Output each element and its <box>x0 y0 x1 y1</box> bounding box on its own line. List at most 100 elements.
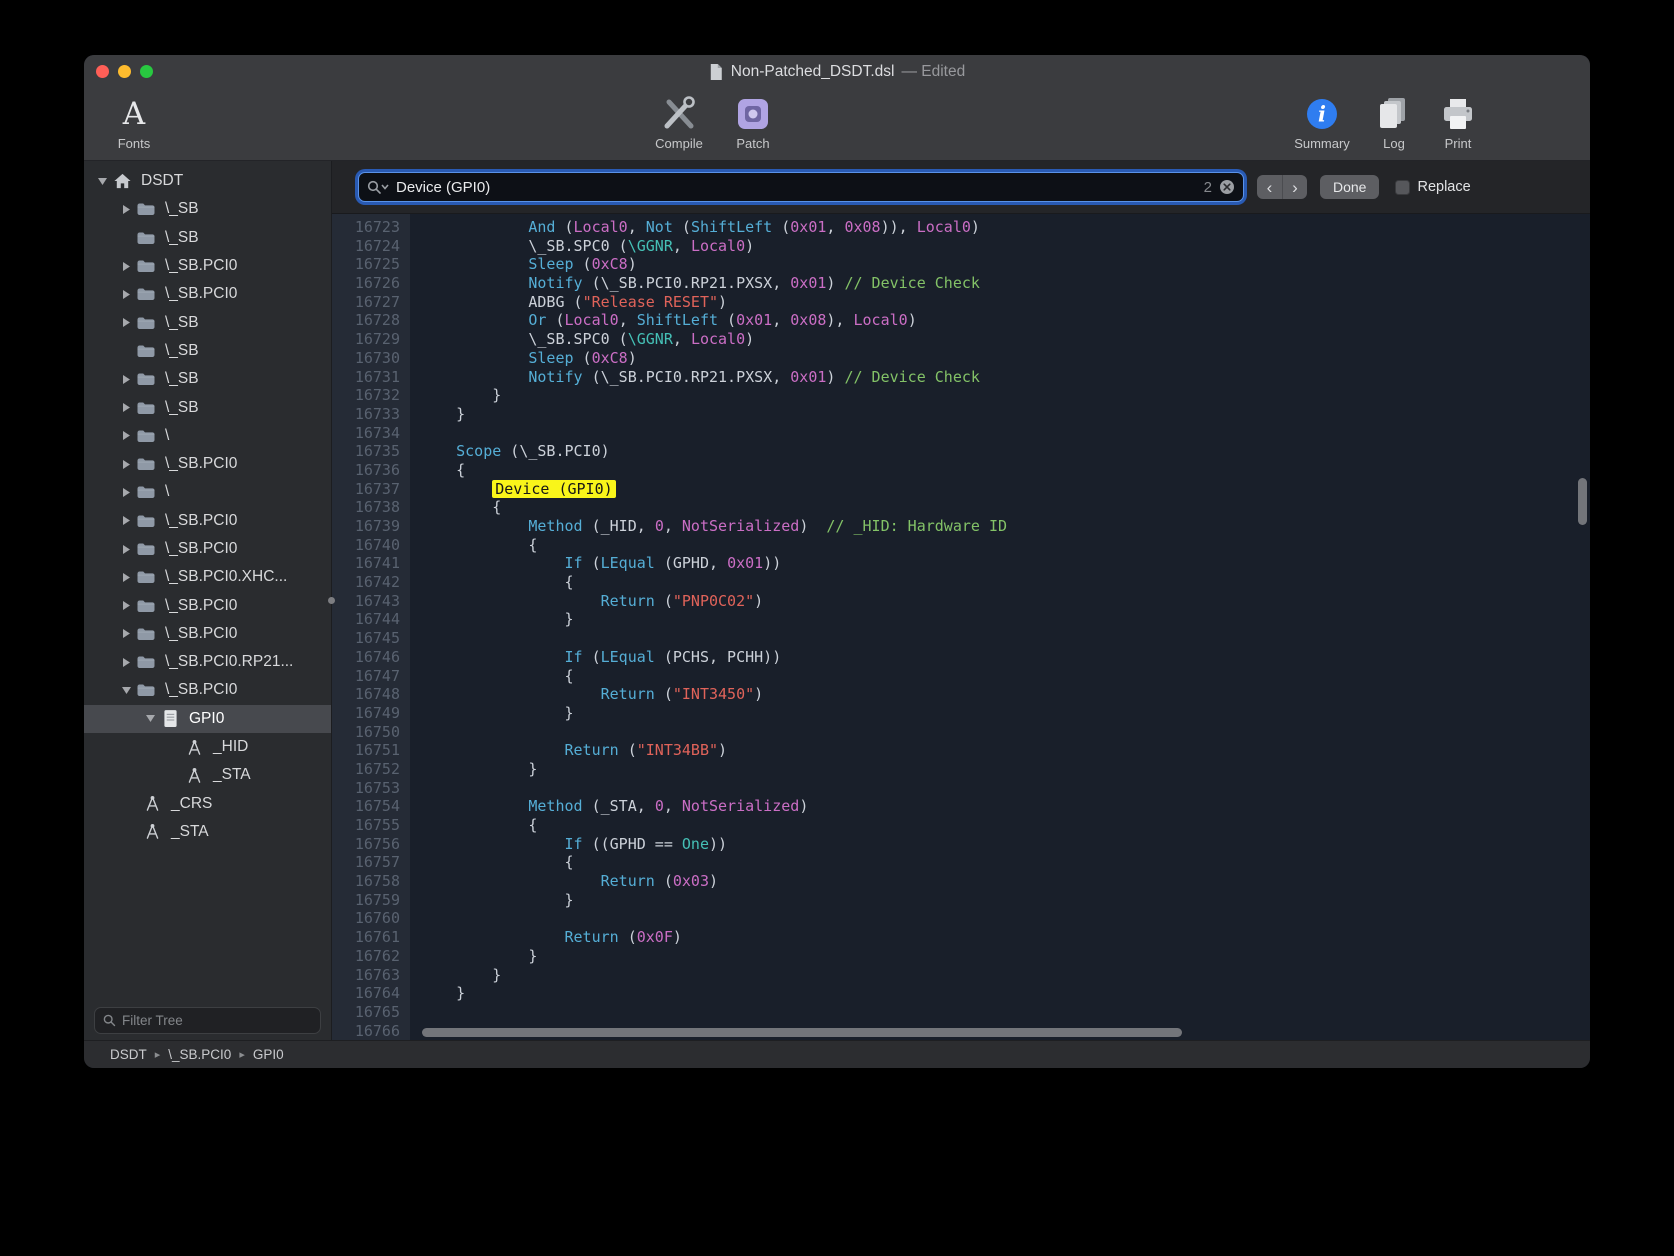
filter-tree-input[interactable] <box>122 1013 312 1028</box>
done-button[interactable]: Done <box>1320 175 1379 199</box>
code-line: \_SB.SPC0 (\GGNR, Local0) <box>420 237 1590 256</box>
patch-button[interactable]: Patch <box>729 94 777 151</box>
tree-item-gpi0[interactable]: GPI0 <box>84 705 331 733</box>
disclosure-triangle[interactable] <box>118 600 134 611</box>
tree-item-label: \_SB <box>165 342 199 360</box>
disclosure-triangle[interactable] <box>118 430 134 441</box>
tree-item-sb[interactable]: \_SB <box>84 337 331 365</box>
clear-search-button[interactable] <box>1219 179 1235 195</box>
tree-item-label: \_SB.PCI0 <box>165 455 237 473</box>
disclosure-triangle[interactable] <box>118 544 134 555</box>
tree-item-sb-pci0[interactable]: \_SB.PCI0 <box>84 450 331 478</box>
find-previous-button[interactable]: ‹ <box>1257 175 1282 199</box>
code-line: } <box>420 966 1590 985</box>
tree-item-hid[interactable]: _HID <box>84 733 331 761</box>
patch-label: Patch <box>736 136 769 151</box>
tree-item-label: \_SB.PCI0 <box>165 597 237 615</box>
code-line: If (LEqual (PCHS, PCHH)) <box>420 648 1590 667</box>
disclosure-triangle[interactable] <box>118 628 134 639</box>
disclosure-triangle[interactable] <box>118 402 134 413</box>
tree-item-sta[interactable]: _STA <box>84 818 331 846</box>
code-line <box>420 629 1590 648</box>
tree-item-sb-pci0[interactable]: \_SB.PCI0 <box>84 280 331 308</box>
folder-icon <box>136 598 156 614</box>
line-number: 16727 <box>332 293 400 312</box>
zoom-window-button[interactable] <box>140 65 153 78</box>
disclosure-triangle[interactable] <box>118 261 134 272</box>
tree-item-sb-pci0-xhc[interactable]: \_SB.PCI0.XHC... <box>84 563 331 591</box>
search-icon[interactable] <box>367 180 389 194</box>
tree-item-sb-pci0[interactable]: \_SB.PCI0 <box>84 252 331 280</box>
print-button[interactable]: Print <box>1434 94 1482 151</box>
disclosure-triangle[interactable] <box>118 374 134 385</box>
summary-label: Summary <box>1294 136 1350 151</box>
tree-item-sb-pci0[interactable]: \_SB.PCI0 <box>84 507 331 535</box>
tree-item-root[interactable]: \ <box>84 422 331 450</box>
code-line: ADBG ("Release RESET") <box>420 293 1590 312</box>
line-number: 16755 <box>332 816 400 835</box>
disclosure-triangle[interactable] <box>118 459 134 470</box>
tree-item-sb-pci0[interactable]: \_SB.PCI0 <box>84 620 331 648</box>
breadcrumb-item[interactable]: DSDT <box>110 1047 147 1062</box>
tree-item-sb-pci0[interactable]: \_SB.PCI0 <box>84 591 331 619</box>
tree-item-sb[interactable]: \_SB <box>84 365 331 393</box>
breadcrumb-item[interactable]: GPI0 <box>253 1047 284 1062</box>
line-number: 16730 <box>332 349 400 368</box>
tree-item-sb-pci0[interactable]: \_SB.PCI0 <box>84 676 331 704</box>
line-number: 16741 <box>332 554 400 573</box>
summary-button[interactable]: i Summary <box>1290 94 1354 151</box>
replace-label: Replace <box>1417 179 1470 195</box>
disclosure-triangle[interactable] <box>118 289 134 300</box>
line-number: 16729 <box>332 330 400 349</box>
code-line: If ((GPHD == One)) <box>420 835 1590 854</box>
folder-icon <box>136 654 156 670</box>
disclosure-triangle[interactable] <box>142 714 158 723</box>
tree-item-sta[interactable]: _STA <box>84 761 331 789</box>
vertical-scrollbar-thumb[interactable] <box>1578 478 1587 525</box>
line-number: 16764 <box>332 984 400 1003</box>
tree-item-sb[interactable]: \_SB <box>84 308 331 336</box>
tree-item-crs[interactable]: _CRS <box>84 790 331 818</box>
code-area[interactable]: And (Local0, Not (ShiftLeft (0x01, 0x08)… <box>410 214 1590 1040</box>
print-label: Print <box>1445 136 1472 151</box>
filter-search-icon <box>103 1014 116 1027</box>
proxy-document-icon <box>709 63 724 81</box>
code-line: { <box>420 498 1590 517</box>
breadcrumb-item[interactable]: \_SB.PCI0 <box>168 1047 231 1062</box>
tree-item-label: \_SB.PCI0 <box>165 257 237 275</box>
search-input[interactable] <box>396 179 1197 196</box>
tree-item-sb[interactable]: \_SB <box>84 224 331 252</box>
tree-item-dsdt[interactable]: DSDT <box>84 167 331 195</box>
disclosure-triangle[interactable] <box>118 515 134 526</box>
disclosure-triangle[interactable] <box>118 317 134 328</box>
replace-checkbox[interactable] <box>1395 180 1410 195</box>
code-line: } <box>420 891 1590 910</box>
tree-item-root[interactable]: \ <box>84 478 331 506</box>
code-line: And (Local0, Not (ShiftLeft (0x01, 0x08)… <box>420 218 1590 237</box>
disclosure-triangle[interactable] <box>94 177 110 186</box>
tree-item-sb[interactable]: \_SB <box>84 393 331 421</box>
editor-pane: 2 ‹ › Done Replace 167231672416725167261… <box>332 161 1590 1040</box>
folder-icon <box>136 682 156 698</box>
status-bar: DSDT▸\_SB.PCI0▸GPI0 <box>84 1040 1590 1068</box>
filter-tree-field[interactable] <box>94 1007 321 1034</box>
disclosure-triangle[interactable] <box>118 657 134 668</box>
disclosure-triangle[interactable] <box>118 487 134 498</box>
close-window-button[interactable] <box>96 65 109 78</box>
minimize-window-button[interactable] <box>118 65 131 78</box>
tree-item-sb-pci0[interactable]: \_SB.PCI0 <box>84 535 331 563</box>
tree-item-sb-pci0-rp21[interactable]: \_SB.PCI0.RP21... <box>84 648 331 676</box>
find-next-button[interactable]: › <box>1282 175 1307 199</box>
compile-label: Compile <box>655 136 703 151</box>
compile-button[interactable]: Compile <box>647 94 711 151</box>
log-button[interactable]: Log <box>1370 94 1418 151</box>
search-field[interactable]: 2 <box>358 172 1244 202</box>
disclosure-triangle[interactable] <box>118 572 134 583</box>
disclosure-triangle[interactable] <box>118 204 134 215</box>
fonts-button[interactable]: A Fonts <box>102 94 166 151</box>
disclosure-triangle[interactable] <box>118 686 134 695</box>
tree-item-sb[interactable]: \_SB <box>84 195 331 223</box>
titlebar: Non-Patched_DSDT.dsl — Edited <box>84 55 1590 88</box>
horizontal-scrollbar-thumb[interactable] <box>422 1028 1182 1037</box>
pane-splitter-handle[interactable] <box>328 597 335 604</box>
